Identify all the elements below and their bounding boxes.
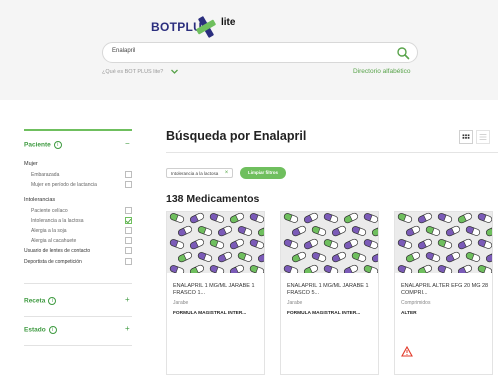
product-form: Comprimidos (401, 300, 431, 306)
what-is-link[interactable]: ¿Qué es BOT PLUS lite? (102, 69, 163, 75)
search-icon[interactable] (396, 46, 410, 60)
facet-label: Paciente (24, 141, 51, 149)
filter-option[interactable]: Usuario de lentes de contacto (24, 247, 132, 255)
product-form: Jarabe (287, 300, 303, 306)
product-lab: ALTER (401, 311, 417, 316)
checkbox[interactable] (125, 171, 132, 178)
facet-divider (24, 345, 132, 346)
product-card[interactable]: ENALAPRIL 1 MG/ML JARABE 1 FRASCO 5... J… (280, 211, 379, 375)
product-card[interactable]: ENALAPRIL 1 MG/ML JARABE 1 FRASCO 1... J… (166, 211, 265, 375)
expand-icon[interactable]: + (125, 295, 130, 304)
pills-image (281, 212, 378, 273)
grid-icon (462, 134, 470, 139)
facet-label: Receta (24, 297, 46, 305)
group-label-mujer: Mujer (24, 161, 38, 167)
product-form: Jarabe (173, 300, 189, 306)
checkbox-checked[interactable] (125, 217, 132, 224)
filter-option[interactable]: Deportista de competición (24, 258, 132, 266)
facet-paciente-header[interactable]: Paciente i (24, 141, 62, 149)
logo-sub: lite (221, 17, 236, 28)
filter-option[interactable]: Alergia a la soja (24, 227, 132, 235)
logo-cross-icon (196, 16, 216, 38)
facet-label: Estado (24, 326, 46, 334)
expand-icon[interactable]: + (125, 324, 130, 333)
group-label-intolerancias: Intolerancias (24, 197, 56, 203)
checkbox[interactable] (125, 237, 132, 244)
list-view-button[interactable] (476, 130, 490, 144)
pills-image (395, 212, 492, 273)
close-icon[interactable]: × (225, 170, 229, 176)
clear-filters-button[interactable]: Limpiar filtros (240, 167, 287, 179)
product-lab: FORMULA MAGISTRAL INTER... (173, 311, 247, 316)
active-filter-chip[interactable]: Intolerancia a la lactosa × (166, 168, 234, 178)
site-header: BOTPLUS lite Enalapril ¿Qué es BOT PLUS … (0, 0, 498, 100)
results-count: 138 Medicamentos (166, 193, 260, 205)
pills-image (167, 212, 264, 273)
checkbox[interactable] (125, 207, 132, 214)
collapse-icon[interactable]: − (125, 139, 130, 148)
chip-label: Intolerancia a la lactosa (171, 171, 219, 176)
filter-option[interactable]: Alergia al cacahuete (24, 237, 132, 245)
checkbox[interactable] (125, 227, 132, 234)
title-divider (166, 152, 498, 153)
directory-link[interactable]: Directorio alfabético (353, 68, 410, 75)
product-name[interactable]: ENALAPRIL 1 MG/ML JARABE 1 FRASCO 5... (287, 283, 375, 297)
filter-top-rule (24, 129, 132, 131)
grid-view-button[interactable] (459, 130, 473, 144)
filter-option[interactable]: Embarazada (24, 171, 132, 179)
facet-estado-header[interactable]: Estado i (24, 326, 57, 334)
facet-divider (24, 283, 132, 284)
checkbox[interactable] (125, 247, 132, 254)
info-icon[interactable]: i (53, 141, 62, 149)
filter-option[interactable]: Paciente celíaco (24, 207, 132, 215)
chevron-down-icon[interactable] (170, 67, 179, 76)
search-input[interactable]: Enalapril (102, 42, 418, 63)
info-icon[interactable]: i (48, 297, 57, 305)
facet-receta-header[interactable]: Receta i (24, 297, 57, 305)
checkbox[interactable] (125, 258, 132, 265)
warning-icon[interactable] (401, 346, 413, 357)
filter-option-lactosa[interactable]: Intolerancia a la lactosa (24, 217, 132, 225)
page-title: Búsqueda por Enalapril (166, 129, 307, 143)
product-lab: FORMULA MAGISTRAL INTER... (287, 311, 361, 316)
product-name[interactable]: ENALAPRIL ALTER EFG 20 MG 28 COMPRI... (401, 283, 489, 297)
product-card[interactable]: ENALAPRIL ALTER EFG 20 MG 28 COMPRI... C… (394, 211, 493, 375)
checkbox[interactable] (125, 181, 132, 188)
info-icon[interactable]: i (48, 326, 57, 334)
filter-option[interactable]: Mujer en período de lactancia (24, 181, 132, 189)
list-icon (479, 134, 487, 140)
product-name[interactable]: ENALAPRIL 1 MG/ML JARABE 1 FRASCO 1... (173, 283, 261, 297)
search-value: Enalapril (112, 48, 136, 54)
facet-divider (24, 316, 132, 317)
